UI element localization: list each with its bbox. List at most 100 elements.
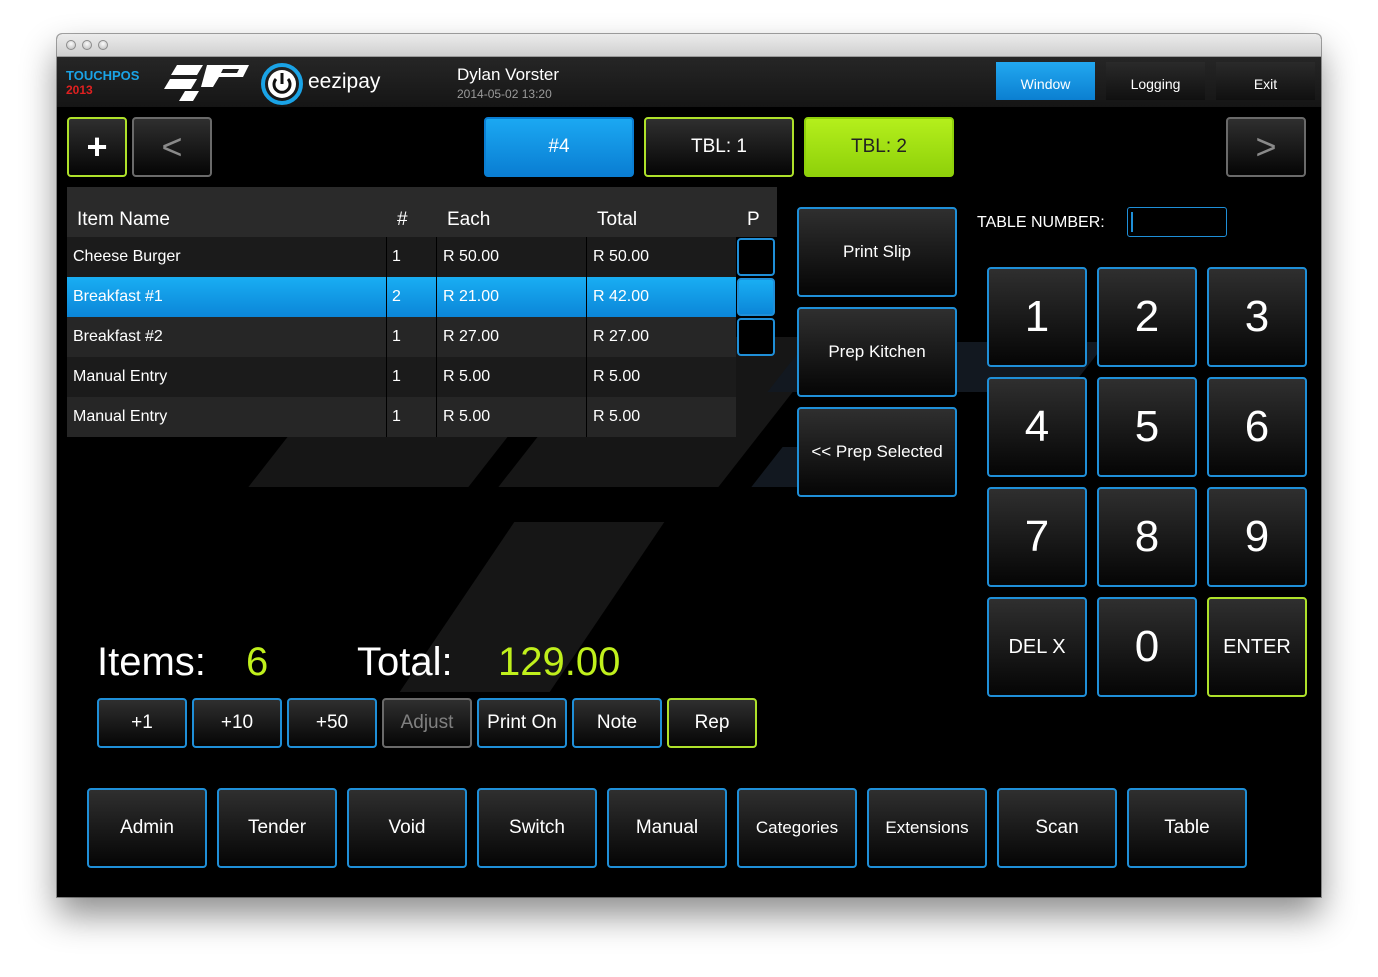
keypad-key-8[interactable]: 8 xyxy=(1097,487,1197,587)
note-button[interactable]: Note xyxy=(572,698,662,748)
item-each: R 21.00 xyxy=(443,288,500,305)
categories-button[interactable]: Categories xyxy=(737,788,857,868)
column-header-p: P xyxy=(747,209,760,230)
keypad-key-6[interactable]: 6 xyxy=(1207,377,1307,477)
plus-50-button[interactable]: +50 xyxy=(287,698,377,748)
table-number-label: TABLE NUMBER: xyxy=(977,214,1105,231)
table-header: Item Name # Each Total P xyxy=(67,187,777,237)
manual-button[interactable]: Manual xyxy=(607,788,727,868)
item-total: R 27.00 xyxy=(593,328,650,345)
app-window: TOUCHPOS 2013 eezipay Dylan Vorster 2014… xyxy=(57,34,1321,897)
partner-name: eezipay xyxy=(308,70,381,93)
item-qty: 1 xyxy=(392,328,401,345)
column-divider xyxy=(436,317,437,357)
item-total: R 5.00 xyxy=(593,408,641,425)
keypad-delete-button[interactable]: DEL X xyxy=(987,597,1087,697)
order-tab-table-2[interactable]: TBL: 2 xyxy=(804,117,954,177)
keypad-key-9[interactable]: 9 xyxy=(1207,487,1307,587)
keypad-key-2[interactable]: 2 xyxy=(1097,267,1197,367)
item-name: Breakfast #1 xyxy=(73,288,163,305)
column-divider xyxy=(586,237,587,277)
main-panel: + < #4 TBL: 1 TBL: 2 > Item Name # Each … xyxy=(57,107,1321,897)
rep-button[interactable]: Rep xyxy=(667,698,757,748)
keypad-key-0[interactable]: 0 xyxy=(1097,597,1197,697)
column-divider xyxy=(586,397,587,437)
total-label: Total: xyxy=(357,640,453,684)
switch-button[interactable]: Switch xyxy=(477,788,597,868)
keypad-key-4[interactable]: 4 xyxy=(987,377,1087,477)
exit-button[interactable]: Exit xyxy=(1216,62,1315,100)
item-name: Manual Entry xyxy=(73,408,168,425)
window-button[interactable]: Window xyxy=(996,62,1095,100)
keypad-enter-button[interactable]: ENTER xyxy=(1207,597,1307,697)
next-order-button[interactable]: > xyxy=(1226,117,1306,177)
print-checkbox[interactable] xyxy=(737,238,775,276)
column-header-each: Each xyxy=(447,209,491,230)
column-divider xyxy=(386,357,387,397)
item-each: R 27.00 xyxy=(443,328,500,345)
text-caret xyxy=(1131,212,1133,232)
close-window-button[interactable] xyxy=(66,40,76,50)
print-on-button[interactable]: Print On xyxy=(477,698,567,748)
item-name: Cheese Burger xyxy=(73,248,181,265)
zoom-window-button[interactable] xyxy=(98,40,108,50)
items-label: Items: xyxy=(97,640,206,684)
logging-button[interactable]: Logging xyxy=(1106,62,1205,100)
prep-kitchen-button[interactable]: Prep Kitchen xyxy=(797,307,957,397)
order-tab-table-1[interactable]: TBL: 1 xyxy=(644,117,794,177)
keypad-key-7[interactable]: 7 xyxy=(987,487,1087,587)
item-total: R 5.00 xyxy=(593,368,641,385)
void-button[interactable]: Void xyxy=(347,788,467,868)
item-qty: 1 xyxy=(392,408,401,425)
item-name: Manual Entry xyxy=(73,368,168,385)
plus-1-button[interactable]: +1 xyxy=(97,698,187,748)
print-checkbox[interactable] xyxy=(737,278,775,316)
column-divider xyxy=(586,317,587,357)
column-divider xyxy=(436,277,437,317)
column-divider xyxy=(386,317,387,357)
column-divider xyxy=(436,397,437,437)
item-qty: 1 xyxy=(392,368,401,385)
admin-button[interactable]: Admin xyxy=(87,788,207,868)
column-divider xyxy=(436,357,437,397)
add-order-button[interactable]: + xyxy=(67,117,127,177)
print-checkbox[interactable] xyxy=(737,318,775,356)
print-slip-button[interactable]: Print Slip xyxy=(797,207,957,297)
touchpos-logo-icon xyxy=(164,65,249,101)
item-qty: 2 xyxy=(392,288,401,305)
column-divider xyxy=(386,237,387,277)
minimize-window-button[interactable] xyxy=(82,40,92,50)
user-name: Dylan Vorster xyxy=(457,65,560,84)
table-row[interactable]: Manual Entry 1 R 5.00 R 5.00 xyxy=(67,357,736,397)
table-row[interactable]: Cheese Burger 1 R 50.00 R 50.00 xyxy=(67,237,736,277)
item-total: R 42.00 xyxy=(593,288,650,305)
session-datetime: 2014-05-02 13:20 xyxy=(457,87,552,101)
tender-button[interactable]: Tender xyxy=(217,788,337,868)
brand-year: 2013 xyxy=(66,83,93,97)
keypad-key-5[interactable]: 5 xyxy=(1097,377,1197,477)
plus-10-button[interactable]: +10 xyxy=(192,698,282,748)
item-each: R 5.00 xyxy=(443,368,491,385)
item-name: Breakfast #2 xyxy=(73,328,163,345)
keypad-key-3[interactable]: 3 xyxy=(1207,267,1307,367)
keypad-key-1[interactable]: 1 xyxy=(987,267,1087,367)
item-total: R 50.00 xyxy=(593,248,650,265)
item-each: R 5.00 xyxy=(443,408,491,425)
scan-button[interactable]: Scan xyxy=(997,788,1117,868)
table-row[interactable]: Manual Entry 1 R 5.00 R 5.00 xyxy=(67,397,736,437)
prep-selected-button[interactable]: << Prep Selected xyxy=(797,407,957,497)
item-qty: 1 xyxy=(392,248,401,265)
column-divider xyxy=(586,357,587,397)
previous-order-button[interactable]: < xyxy=(132,117,212,177)
extensions-button[interactable]: Extensions xyxy=(867,788,987,868)
table-number-input[interactable] xyxy=(1127,207,1227,237)
column-header-total: Total xyxy=(597,209,638,230)
order-tab-4[interactable]: #4 xyxy=(484,117,634,177)
table-row[interactable]: Breakfast #2 1 R 27.00 R 27.00 xyxy=(67,317,736,357)
items-count: 6 xyxy=(246,640,269,684)
adjust-button[interactable]: Adjust xyxy=(382,698,472,748)
eezipay-power-icon xyxy=(261,63,303,105)
table-button[interactable]: Table xyxy=(1127,788,1247,868)
table-row-selected[interactable]: Breakfast #1 2 R 21.00 R 42.00 xyxy=(67,277,736,317)
column-divider xyxy=(386,397,387,437)
